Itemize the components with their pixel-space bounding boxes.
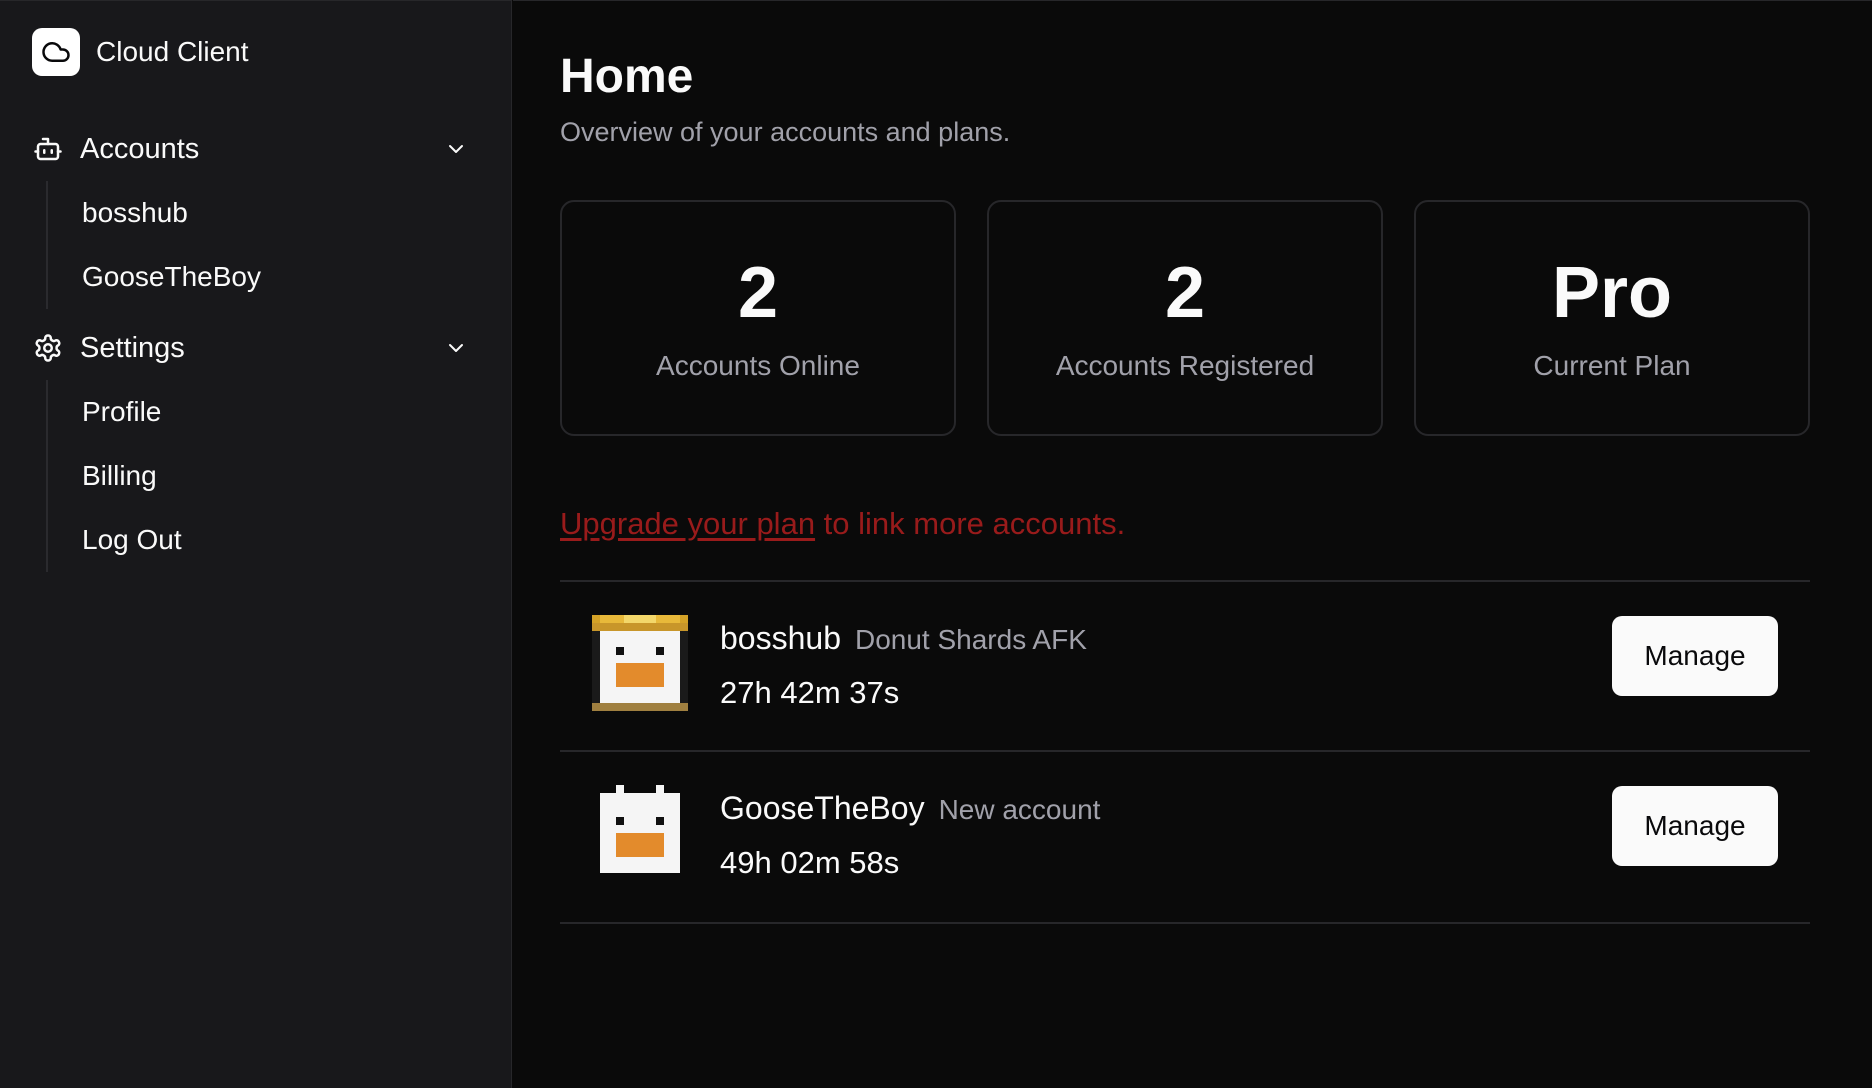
avatar — [592, 615, 688, 711]
nav-group-label: Accounts — [80, 132, 200, 165]
nav-group-accounts[interactable]: Accounts — [32, 125, 480, 173]
sidebar-item-log-out[interactable]: Log Out — [48, 508, 182, 572]
stat-value: 2 — [737, 253, 779, 333]
stat-label: Accounts Registered — [1055, 350, 1315, 381]
stat-value: 2 — [1164, 253, 1206, 333]
page-title: Home — [560, 50, 694, 103]
stat-card-accounts-online: 2 Accounts Online — [560, 200, 956, 436]
stat-card-current-plan: Pro Current Plan — [1414, 200, 1810, 436]
nav-group-settings[interactable]: Settings — [32, 324, 480, 372]
avatar — [592, 785, 688, 881]
stat-value: Pro — [1551, 253, 1673, 333]
manage-button[interactable]: Manage — [1612, 616, 1778, 696]
account-row-goosetheboy: GooseTheBoy New account 49h 02m 58s Manag… — [560, 752, 1810, 922]
upgrade-notice: Upgrade your plan to link more accounts. — [560, 506, 1125, 542]
account-name: bosshub Donut Shards AFK — [720, 620, 1087, 657]
chevron-down-icon[interactable] — [444, 336, 468, 360]
sidebar-item-bosshub[interactable]: bosshub — [48, 181, 261, 245]
account-uptime: 27h 42m 37s — [720, 675, 900, 710]
main-content: Home Overview of your accounts and plans… — [513, 0, 1872, 1088]
app-window: Cloud Client Accounts bosshub GooseTheBo… — [0, 0, 1872, 1088]
account-status: Donut Shards AFK — [854, 624, 1087, 655]
brand[interactable]: Cloud Client — [32, 28, 249, 76]
bot-icon — [32, 133, 64, 165]
manage-button[interactable]: Manage — [1612, 786, 1778, 866]
sidebar: Cloud Client Accounts bosshub GooseTheBo… — [0, 0, 512, 1088]
sidebar-item-goosetheboy[interactable]: GooseTheBoy — [48, 245, 261, 309]
account-name: GooseTheBoy New account — [720, 790, 1100, 827]
cloud-icon — [32, 28, 80, 76]
nav-group-label: Settings — [80, 331, 185, 364]
gear-icon — [32, 332, 64, 364]
upgrade-plan-link[interactable]: Upgrade your plan — [560, 506, 815, 541]
sidebar-item-profile[interactable]: Profile — [48, 380, 182, 444]
account-username: GooseTheBoy — [720, 790, 925, 826]
chevron-down-icon[interactable] — [444, 137, 468, 161]
upgrade-notice-text: to link more accounts. — [815, 506, 1126, 541]
sidebar-item-billing[interactable]: Billing — [48, 444, 182, 508]
accounts-sublist: bosshub GooseTheBoy — [46, 181, 261, 309]
stat-card-accounts-registered: 2 Accounts Registered — [987, 200, 1383, 436]
settings-sublist: Profile Billing Log Out — [46, 380, 182, 572]
page-subtitle: Overview of your accounts and plans. — [560, 117, 1011, 147]
stat-label: Current Plan — [1533, 350, 1691, 381]
account-row-bosshub: bosshub Donut Shards AFK 27h 42m 37s Mana… — [560, 582, 1810, 752]
divider — [560, 922, 1810, 924]
app-name: Cloud Client — [96, 36, 249, 67]
account-status: New account — [938, 794, 1101, 825]
account-uptime: 49h 02m 58s — [720, 845, 900, 880]
stat-label: Accounts Online — [656, 350, 860, 381]
account-username: bosshub — [720, 620, 841, 656]
